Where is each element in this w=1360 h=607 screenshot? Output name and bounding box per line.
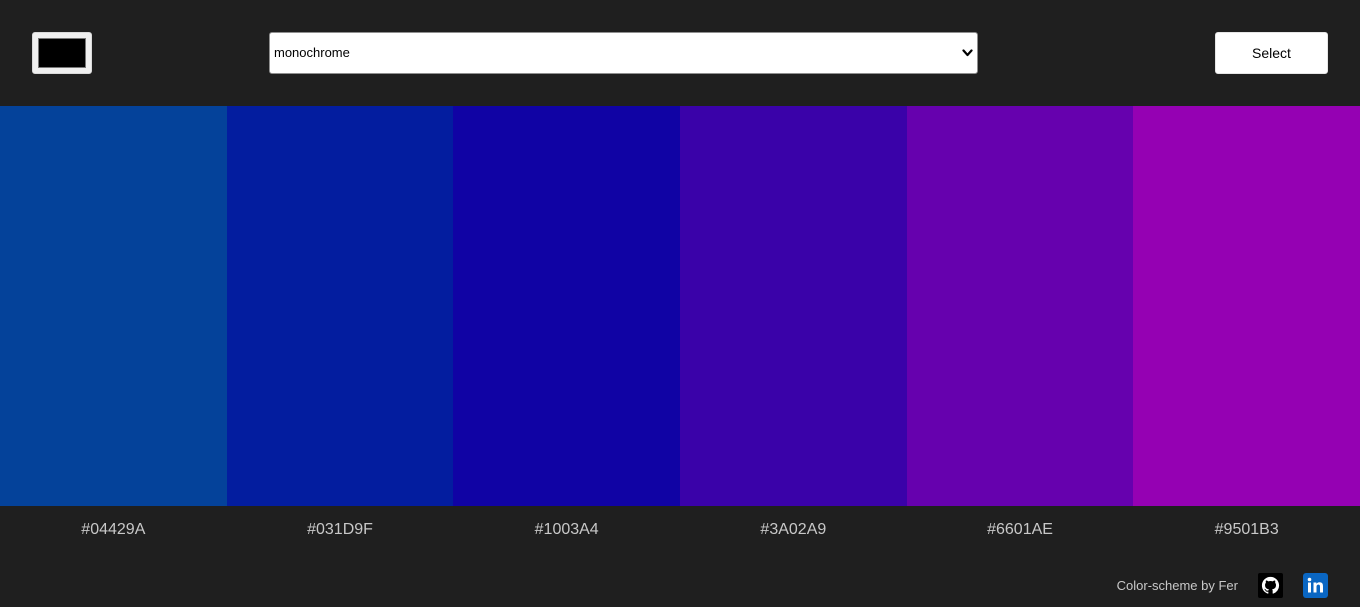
color-swatch[interactable] (0, 106, 227, 506)
seed-color-swatch (38, 38, 86, 68)
github-icon (1261, 576, 1280, 594)
hex-label: #031D9F (307, 521, 373, 538)
select-button[interactable]: Select (1215, 32, 1328, 74)
github-link[interactable] (1258, 573, 1283, 598)
hex-label: #9501B3 (1214, 521, 1279, 538)
credit-text: Color-scheme by Fer (1116, 578, 1238, 593)
hex-label: #6601AE (987, 521, 1053, 538)
seed-color-picker[interactable] (32, 32, 92, 74)
palette (0, 106, 1360, 506)
linkedin-link[interactable] (1303, 573, 1328, 598)
footer: Color-scheme by Fer (0, 554, 1360, 607)
scheme-mode-value: monochrome (274, 45, 350, 60)
color-swatch[interactable] (680, 106, 907, 506)
header: monochrome Select (0, 0, 1360, 106)
scheme-mode-select[interactable]: monochrome (269, 32, 978, 74)
hex-label: #1003A4 (534, 521, 599, 538)
linkedin-icon (1307, 577, 1323, 593)
color-swatch[interactable] (1133, 106, 1360, 506)
hex-labels: #04429A #031D9F #1003A4 #3A02A9 #6601AE #9501… (0, 506, 1360, 554)
color-swatch[interactable] (453, 106, 681, 506)
chevron-down-icon (962, 49, 973, 57)
color-swatch[interactable] (906, 106, 1134, 506)
hex-label: #3A02A9 (760, 521, 827, 538)
color-swatch[interactable] (226, 106, 454, 506)
hex-label: #04429A (81, 521, 146, 538)
